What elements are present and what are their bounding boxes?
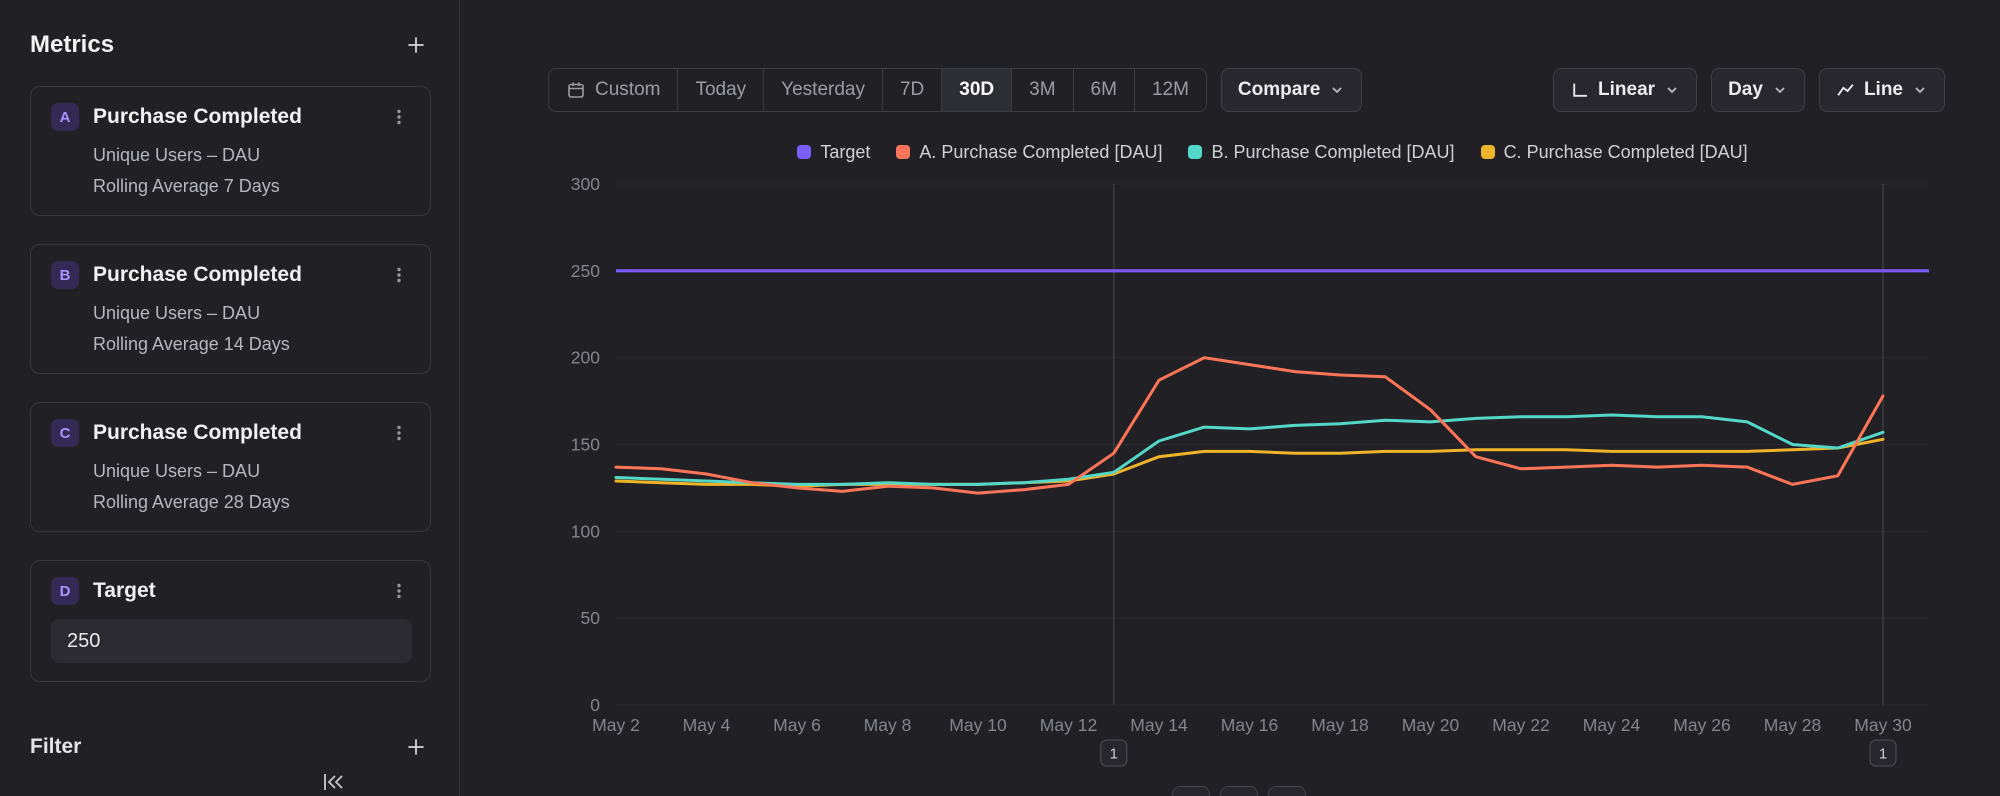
footer-button-1[interactable]	[1172, 786, 1210, 796]
metric-badge-c: C	[51, 419, 79, 447]
metrics-title: Metrics	[30, 31, 114, 59]
metric-options-button[interactable]	[386, 104, 412, 130]
metric-detail: Rolling Average 7 Days	[93, 176, 412, 197]
add-metric-button[interactable]	[401, 30, 431, 60]
x-axis-label: May 8	[864, 715, 912, 735]
target-card[interactable]: D Target 250	[30, 560, 431, 682]
x-axis-label: May 2	[592, 715, 640, 735]
kebab-menu-icon	[390, 108, 408, 126]
main-content: CustomTodayYesterday7D30D3M6M12M Compare…	[460, 0, 2000, 796]
x-axis-label: May 26	[1673, 715, 1730, 735]
footer-button-3[interactable]	[1268, 786, 1306, 796]
kebab-menu-icon	[390, 424, 408, 442]
line-chart: 0 50 100 150 200 250 300 May 2 May 4 May 6 May 8 Ma…	[460, 0, 2000, 796]
collapse-left-icon	[319, 770, 347, 794]
x-axis-label: May 10	[949, 715, 1007, 735]
metric-card-header: C Purchase Completed	[51, 419, 412, 447]
x-axis-label: May 14	[1130, 715, 1188, 735]
metric-options-button[interactable]	[386, 262, 412, 288]
metric-badge-d: D	[51, 577, 79, 605]
metric-badge-b: B	[51, 261, 79, 289]
metric-subtitle: Unique Users – DAU	[93, 145, 412, 166]
metric-options-button[interactable]	[386, 420, 412, 446]
metric-subtitle: Unique Users – DAU	[93, 303, 412, 324]
chart-footer-actions	[1172, 786, 1306, 796]
add-filter-button[interactable]	[401, 732, 431, 762]
collapse-sidebar-button[interactable]	[317, 770, 349, 796]
y-axis-label: 50	[581, 608, 601, 628]
x-axis-label: May 16	[1221, 715, 1278, 735]
filter-header: Filter	[30, 732, 431, 762]
target-options-button[interactable]	[386, 578, 412, 604]
metric-badge-a: A	[51, 103, 79, 131]
metric-title: Purchase Completed	[93, 263, 372, 287]
metric-title: Purchase Completed	[93, 421, 372, 445]
x-axis-label: May 18	[1311, 715, 1368, 735]
plus-icon	[403, 32, 429, 58]
x-axis-label: May 4	[683, 715, 731, 735]
filter-title: Filter	[30, 735, 81, 759]
x-axis-label: May 20	[1402, 715, 1460, 735]
insights-report: { "sidebar": { "metrics_title": "Metrics…	[0, 0, 2000, 796]
annotation-chip[interactable]: 1	[1101, 740, 1127, 766]
annotation-chip[interactable]: 1	[1870, 740, 1896, 766]
x-axis-label: May 6	[773, 715, 821, 735]
x-axis-label: May 24	[1583, 715, 1641, 735]
x-axis-label: May 30	[1854, 715, 1912, 735]
y-axis-label: 100	[571, 521, 600, 541]
metric-card-header: B Purchase Completed	[51, 261, 412, 289]
metric-detail: Rolling Average 14 Days	[93, 334, 412, 355]
kebab-menu-icon	[390, 582, 408, 600]
y-axis-label: 150	[571, 435, 600, 455]
metric-detail: Rolling Average 28 Days	[93, 492, 412, 513]
y-axis-label: 0	[590, 695, 600, 715]
metrics-header: Metrics	[30, 30, 431, 60]
sidebar: Metrics A Purchase Completed Unique User…	[0, 0, 460, 796]
series-line-c	[616, 439, 1883, 486]
target-title: Target	[93, 579, 372, 603]
metric-card-a[interactable]: A Purchase Completed Unique Users – DAU …	[30, 86, 431, 216]
metric-card-c[interactable]: C Purchase Completed Unique Users – DAU …	[30, 402, 431, 532]
metric-card-header: A Purchase Completed	[51, 103, 412, 131]
target-value-input[interactable]: 250	[51, 619, 412, 663]
plus-icon	[403, 734, 429, 760]
y-axis-label: 300	[571, 174, 600, 194]
metric-title: Purchase Completed	[93, 105, 372, 129]
x-axis-label: May 22	[1492, 715, 1549, 735]
metric-card-b[interactable]: B Purchase Completed Unique Users – DAU …	[30, 244, 431, 374]
x-axis-label: May 12	[1040, 715, 1097, 735]
y-axis-label: 250	[571, 261, 600, 281]
annotation-chip-label: 1	[1879, 746, 1887, 763]
series-line-b	[616, 415, 1883, 484]
y-axis-label: 200	[571, 348, 600, 368]
series-line-a	[616, 358, 1883, 493]
footer-button-2[interactable]	[1220, 786, 1258, 796]
annotation-chip-label: 1	[1110, 746, 1118, 763]
x-axis-label: May 28	[1764, 715, 1821, 735]
target-card-header: D Target	[51, 577, 412, 605]
kebab-menu-icon	[390, 266, 408, 284]
metric-subtitle: Unique Users – DAU	[93, 461, 412, 482]
